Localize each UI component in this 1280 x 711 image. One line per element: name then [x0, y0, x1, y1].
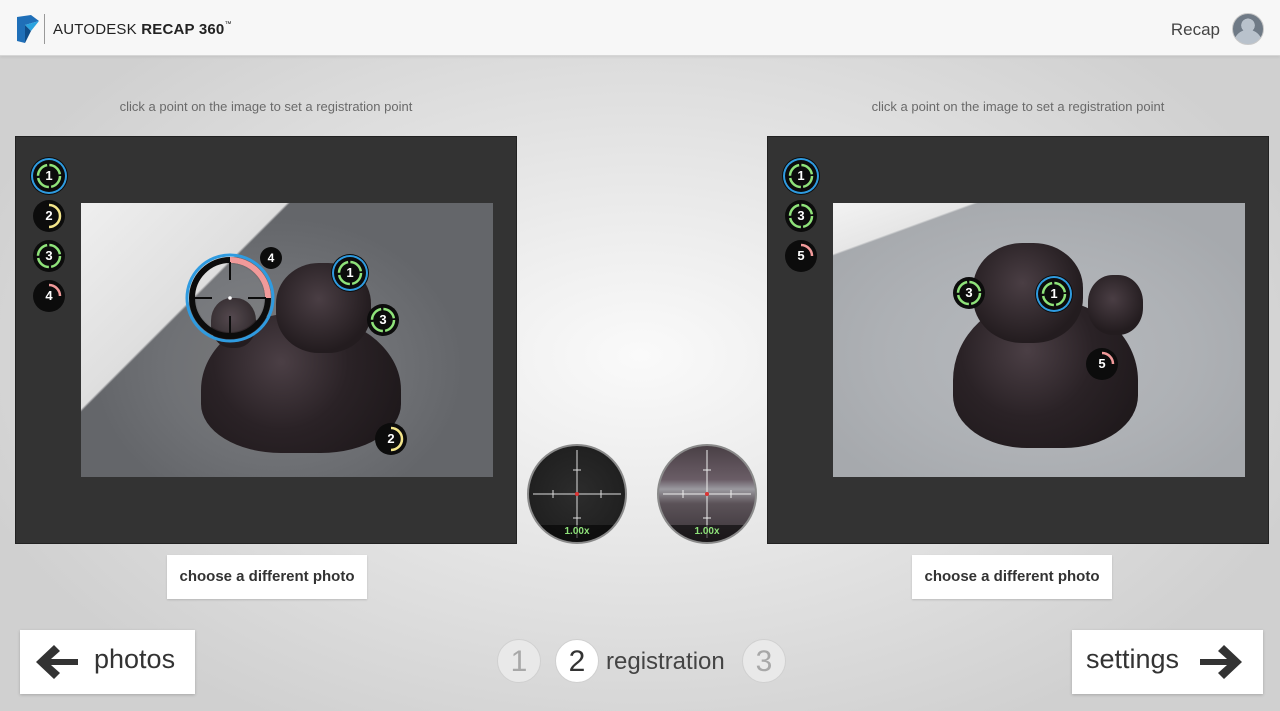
legend-point-label: 3 [45, 248, 53, 263]
avatar[interactable] [1232, 13, 1264, 45]
image-point-label: 5 [1098, 356, 1106, 371]
image-point-3[interactable]: 3 [367, 304, 399, 336]
image-point-label: 2 [387, 431, 395, 446]
choose-different-photo-left-button[interactable]: choose a different photo [167, 555, 367, 599]
legend-point-3[interactable]: 3 [33, 240, 65, 272]
right-photo[interactable]: 3 1 5 [833, 203, 1245, 477]
step-2[interactable]: 2 [555, 639, 599, 683]
next-settings-button[interactable]: settings [1072, 630, 1263, 694]
back-button-label: photos [94, 644, 176, 674]
legend-point-label: 2 [45, 208, 53, 223]
current-step-label: registration [606, 648, 725, 675]
statue-tail [1088, 275, 1143, 335]
legend-point-3[interactable]: 3 [785, 200, 817, 232]
logo-separator [44, 14, 45, 44]
right-hint: click a point on the image to set a regi… [871, 99, 1165, 114]
legend-point-label: 3 [797, 208, 805, 223]
image-point-4[interactable]: 4 [260, 247, 282, 269]
legend-point-5[interactable]: 5 [785, 240, 817, 272]
image-point-1[interactable]: 1 [334, 257, 366, 289]
legend-point-label: 4 [45, 288, 53, 303]
left-hint: click a point on the image to set a regi… [119, 99, 413, 114]
brand-name: AUTODESK RECAP 360™ [53, 21, 232, 38]
image-point-5[interactable]: 5 [1086, 348, 1118, 380]
image-point-3[interactable]: 3 [953, 277, 985, 309]
brand-company: AUTODESK [53, 21, 137, 38]
image-point-label: 1 [1050, 286, 1058, 301]
legend-point-2[interactable]: 2 [33, 200, 65, 232]
legend-point-1[interactable]: 1 [785, 160, 817, 192]
zoom-level: 1.00x [694, 526, 720, 537]
next-button-label: settings [1086, 644, 1180, 674]
legend-point-label: 5 [797, 248, 805, 263]
step-3[interactable]: 3 [742, 639, 786, 683]
choose-different-photo-right-button[interactable]: choose a different photo [912, 555, 1112, 599]
arrow-right-icon [1200, 645, 1242, 679]
right-photo-panel[interactable]: 1 3 5 3 1 5 [767, 136, 1269, 544]
zoom-level: 1.00x [564, 526, 590, 537]
back-to-photos-button[interactable]: photos [20, 630, 195, 694]
left-photo[interactable]: 4 1 3 2 [81, 203, 493, 477]
step-1[interactable]: 1 [497, 639, 541, 683]
user-name[interactable]: Recap [1171, 20, 1220, 40]
left-magnifier: 1.00x [527, 444, 627, 544]
right-magnifier: 1.00x [657, 444, 757, 544]
top-bar: AUTODESK RECAP 360™ Recap [0, 0, 1280, 56]
image-point-2[interactable]: 2 [375, 423, 407, 455]
autodesk-logo-icon[interactable] [17, 15, 39, 43]
image-point-label: 3 [379, 312, 387, 327]
image-point-label: 4 [267, 251, 275, 265]
brand-product: RECAP 360 [141, 21, 225, 38]
legend-point-1[interactable]: 1 [33, 160, 65, 192]
image-point-1[interactable]: 1 [1038, 278, 1070, 310]
crosshair-icon[interactable] [185, 253, 275, 343]
legend-point-4[interactable]: 4 [33, 280, 65, 312]
legend-point-label: 1 [45, 168, 53, 183]
image-point-label: 1 [346, 265, 354, 280]
legend-point-label: 1 [797, 168, 805, 183]
arrow-left-icon [36, 645, 78, 679]
left-photo-panel[interactable]: 1 2 3 4 4 1 3 2 [15, 136, 517, 544]
image-point-label: 3 [965, 285, 973, 300]
trademark-mark: ™ [224, 21, 232, 28]
